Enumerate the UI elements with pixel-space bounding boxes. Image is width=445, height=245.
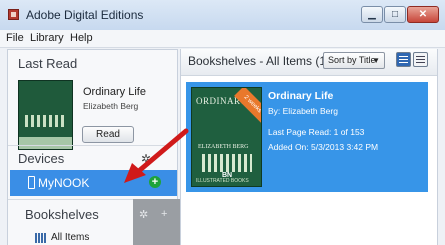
app-window: Adobe Digital Editions ▁ □ ✕ File Librar… — [0, 0, 445, 245]
drag-arrow-icon — [124, 128, 189, 183]
